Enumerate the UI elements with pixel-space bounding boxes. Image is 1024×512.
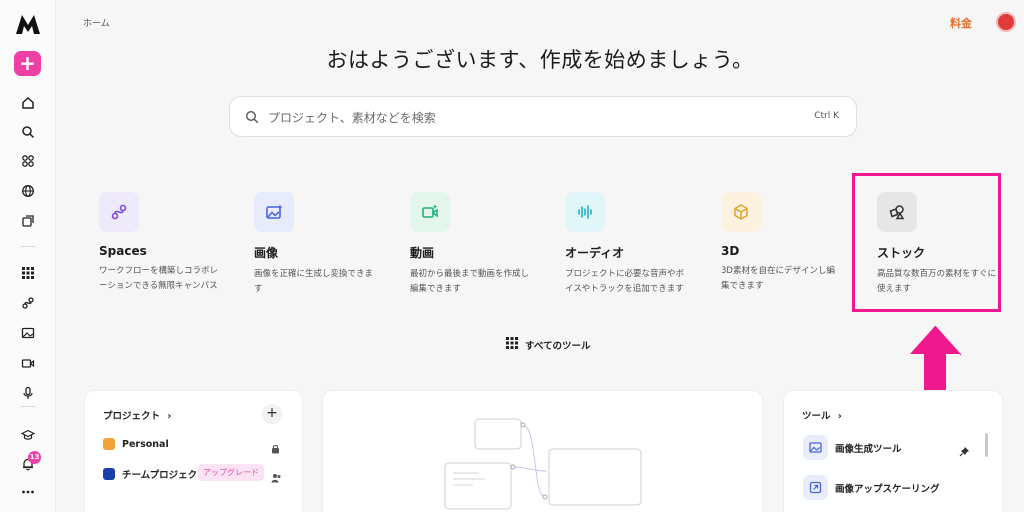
spaces-icon bbox=[99, 192, 139, 232]
sidebar-divider bbox=[20, 246, 36, 247]
projects-illustration-panel bbox=[322, 390, 763, 512]
spaces-icon[interactable] bbox=[18, 293, 38, 313]
card-description: プロジェクトに必要な音声やボイスやトラックを追加できます bbox=[565, 269, 685, 294]
card-description: 画像を正確に生成し変換できます bbox=[254, 269, 374, 294]
breadcrumb[interactable]: ホーム bbox=[83, 16, 110, 29]
avatar[interactable] bbox=[996, 12, 1016, 32]
chevron-right-icon: › bbox=[837, 411, 842, 422]
project-color-icon bbox=[103, 468, 115, 480]
pricing-link[interactable]: 料金 bbox=[950, 15, 972, 31]
mic-icon[interactable] bbox=[18, 383, 38, 403]
tools-panel: ツール › 画像生成ツール 画像アップスケーリング bbox=[783, 390, 1003, 512]
more-icon[interactable] bbox=[18, 482, 38, 502]
sidebar: + 13 bbox=[0, 0, 56, 512]
audio-icon bbox=[565, 192, 605, 232]
keyboard-shortcut: Ctrl K bbox=[814, 111, 839, 121]
tools-heading[interactable]: ツール › bbox=[802, 408, 842, 422]
project-color-icon bbox=[103, 438, 115, 450]
lock-icon bbox=[271, 439, 280, 458]
pin-icon[interactable] bbox=[959, 442, 970, 461]
tool-item-image-upscaler[interactable]: 画像アップスケーリング bbox=[803, 475, 940, 500]
grid-icon bbox=[506, 337, 518, 352]
add-project-button[interactable]: + bbox=[262, 404, 282, 424]
image-icon[interactable] bbox=[18, 323, 38, 343]
scrollbar[interactable] bbox=[985, 433, 988, 457]
card-title: 画像 bbox=[254, 246, 279, 260]
video-icon bbox=[410, 192, 450, 232]
card-description: 3D素材を自在にデザインし編集できます bbox=[721, 266, 835, 291]
upgrade-badge[interactable]: アップグレード bbox=[198, 464, 264, 481]
tool-card-spaces[interactable]: Spaces ワークフローを構築しコラボレーションできる無限キャンバス bbox=[99, 192, 229, 294]
image-icon bbox=[803, 435, 828, 460]
project-item-personal[interactable]: Personal bbox=[103, 438, 169, 450]
upscale-icon bbox=[803, 475, 828, 500]
learn-icon[interactable] bbox=[18, 425, 38, 445]
home-icon[interactable] bbox=[18, 93, 38, 113]
tool-card-3d[interactable]: 3D 3D素材を自在にデザインし編集できます bbox=[721, 192, 851, 294]
tool-card-video[interactable]: 動画 最初から最後まで動画を作成し編集できます bbox=[410, 192, 540, 297]
tool-card-image[interactable]: 画像 画像を正確に生成し変換できます bbox=[254, 192, 384, 297]
video-icon[interactable] bbox=[18, 353, 38, 373]
app-logo[interactable] bbox=[14, 12, 42, 36]
all-tools-button[interactable]: すべてのツール bbox=[506, 337, 590, 352]
project-item-team[interactable]: チームプロジェクト bbox=[103, 467, 207, 481]
cube-icon bbox=[721, 192, 761, 232]
search-placeholder: プロジェクト、素材などを検索 bbox=[268, 111, 436, 125]
users-icon bbox=[271, 468, 282, 487]
grid-icon[interactable] bbox=[18, 263, 38, 283]
card-title: オーディオ bbox=[565, 246, 625, 260]
card-title: 動画 bbox=[410, 246, 435, 260]
all-tools-label: すべてのツール bbox=[525, 340, 591, 352]
apps-icon[interactable] bbox=[18, 151, 38, 171]
search-icon[interactable] bbox=[18, 122, 38, 142]
highlight-box bbox=[852, 173, 1001, 312]
globe-icon[interactable] bbox=[18, 181, 38, 201]
card-description: 最初から最後まで動画を作成し編集できます bbox=[410, 269, 530, 294]
card-title: 3D bbox=[721, 244, 740, 258]
chevron-right-icon: › bbox=[167, 411, 172, 422]
library-icon[interactable] bbox=[18, 211, 38, 231]
card-description: ワークフローを構築しコラボレーションできる無限キャンバス bbox=[99, 266, 219, 291]
notification-badge: 13 bbox=[28, 451, 41, 464]
image-icon bbox=[254, 192, 294, 232]
card-title: Spaces bbox=[99, 244, 147, 258]
empty-state-illustration bbox=[444, 418, 642, 510]
sidebar-divider bbox=[20, 406, 36, 407]
tool-item-image-generator[interactable]: 画像生成ツール bbox=[803, 435, 902, 460]
projects-panel: プロジェクト › + Personal チームプロジェクト bbox=[84, 390, 303, 512]
projects-heading[interactable]: プロジェクト › bbox=[103, 408, 171, 422]
search-input[interactable]: プロジェクト、素材などを検索 Ctrl K bbox=[229, 96, 857, 137]
tool-card-audio[interactable]: オーディオ プロジェクトに必要な音声やボイスやトラックを追加できます bbox=[565, 192, 695, 297]
page-title: おはようございます、作成を始めましょう。 bbox=[326, 48, 754, 72]
search-icon bbox=[245, 109, 259, 128]
